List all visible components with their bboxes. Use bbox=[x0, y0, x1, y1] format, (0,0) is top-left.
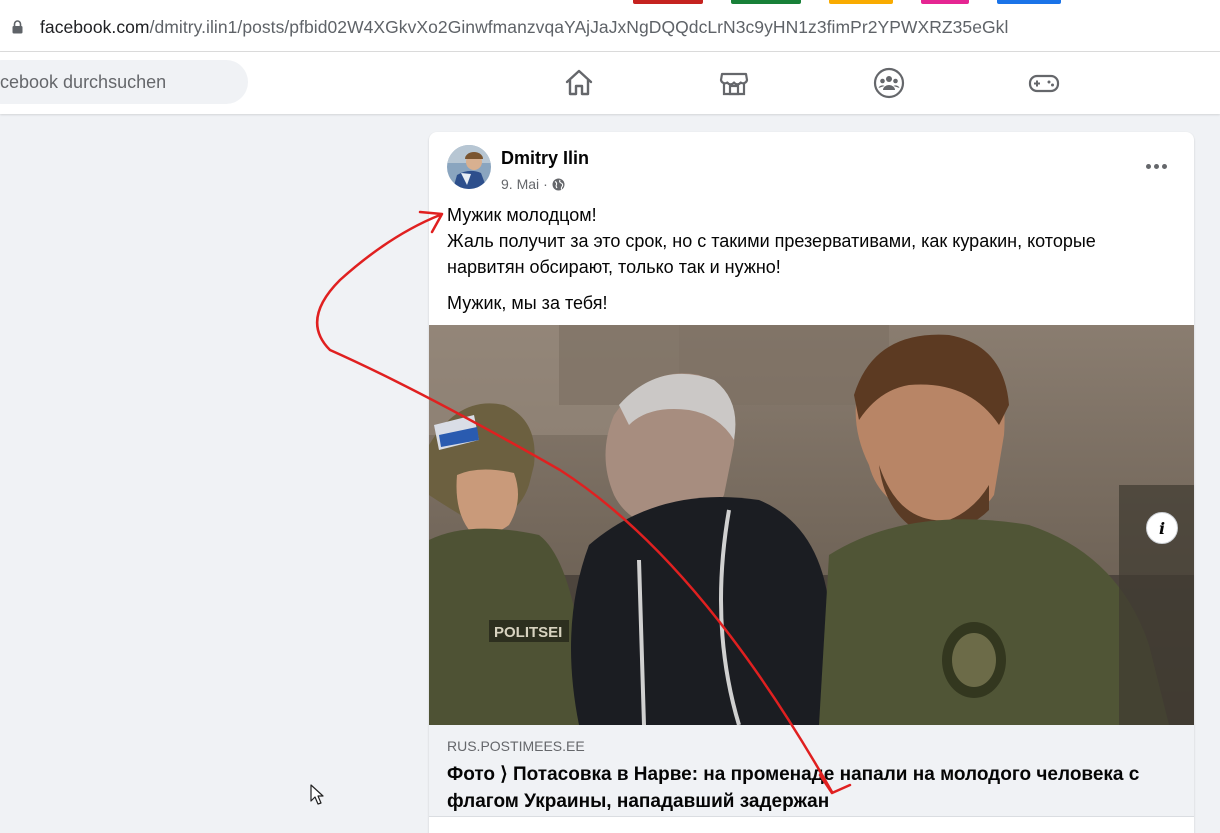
dot-icon bbox=[1145, 163, 1151, 169]
url-host: facebook.com bbox=[40, 17, 150, 37]
groups-icon[interactable] bbox=[872, 66, 906, 100]
post-date[interactable]: 9. Mai bbox=[501, 176, 539, 192]
url-field[interactable]: facebook.com/dmitry.ilin1/posts/pfbid02W… bbox=[40, 17, 1008, 38]
photo-patch-text: POLITSEI bbox=[494, 624, 562, 641]
home-icon[interactable] bbox=[562, 66, 596, 100]
post-text: Мужик молодцом! Жаль получит за это срок… bbox=[447, 202, 1167, 326]
post-photo[interactable]: POLITSEI bbox=[429, 325, 1194, 725]
more-options-button[interactable] bbox=[1136, 154, 1176, 178]
post-text-line: Мужик, мы за тебя! bbox=[447, 293, 608, 313]
post-text-line: Жаль получит за это срок, но с такими пр… bbox=[447, 231, 1096, 277]
lock-icon[interactable] bbox=[11, 20, 24, 34]
search-placeholder: cebook durchsuchen bbox=[0, 72, 167, 92]
avatar[interactable] bbox=[447, 145, 491, 189]
tab-indicator[interactable] bbox=[997, 0, 1061, 4]
dot-icon bbox=[1161, 163, 1167, 169]
marketplace-icon[interactable] bbox=[717, 66, 751, 100]
link-headline[interactable]: Фото ⟩ Потасовка в Нарве: на променаде н… bbox=[447, 761, 1147, 815]
browser-address-bar: facebook.com/dmitry.ilin1/posts/pfbid02W… bbox=[0, 0, 1220, 52]
post-meta: 9. Mai · bbox=[501, 176, 565, 192]
post-text-line: Мужик молодцом! bbox=[447, 205, 597, 225]
post-card: Dmitry Ilin 9. Mai · Мужик молодцом! Жал… bbox=[429, 132, 1194, 833]
mouse-cursor-icon bbox=[310, 784, 324, 805]
dot-icon bbox=[1153, 163, 1159, 169]
meta-separator: · bbox=[543, 176, 548, 192]
url-path: /dmitry.ilin1/posts/pfbid02W4XGkvXo2Ginw… bbox=[149, 17, 1009, 37]
facebook-top-nav: cebook durchsuchen bbox=[0, 52, 1220, 114]
post-author[interactable]: Dmitry Ilin bbox=[501, 148, 589, 169]
search-input[interactable]: cebook durchsuchen bbox=[0, 60, 248, 104]
tab-indicator[interactable] bbox=[921, 0, 969, 4]
link-domain: RUS.POSTIMEES.EE bbox=[447, 738, 585, 754]
gaming-icon[interactable] bbox=[1027, 66, 1061, 100]
tab-indicator[interactable] bbox=[633, 0, 703, 4]
info-icon: i bbox=[1158, 518, 1166, 538]
globe-icon[interactable] bbox=[552, 178, 565, 191]
tab-indicator[interactable] bbox=[829, 0, 893, 4]
link-preview[interactable]: RUS.POSTIMEES.EE Фото ⟩ Потасовка в Нарв… bbox=[429, 725, 1194, 817]
tab-indicator[interactable] bbox=[731, 0, 801, 4]
info-button[interactable]: i bbox=[1146, 512, 1178, 544]
